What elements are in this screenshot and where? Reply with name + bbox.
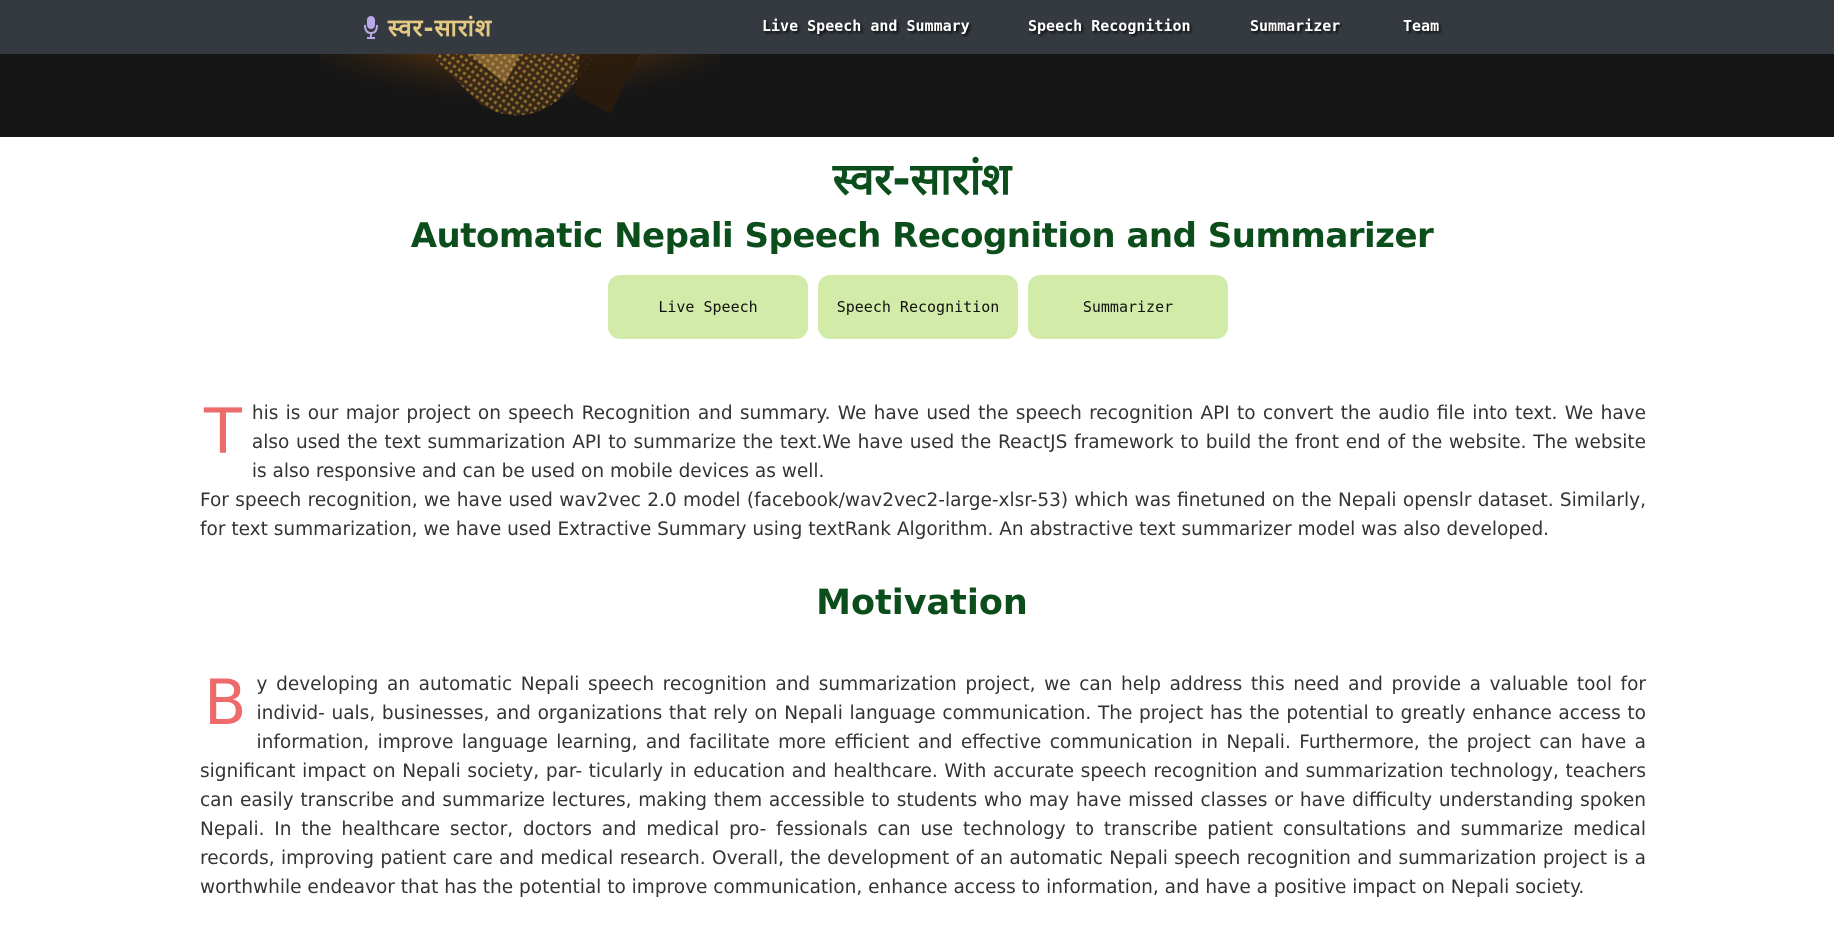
about-paragraph: T his is our major project on speech Rec… bbox=[200, 399, 1646, 544]
nav-link-live-speech-and-summary[interactable]: Live Speech and Summary bbox=[762, 17, 970, 35]
live-speech-button[interactable]: Live Speech bbox=[608, 275, 808, 339]
nav-link-team[interactable]: Team bbox=[1403, 17, 1439, 35]
about-text: his is our major project on speech Recog… bbox=[251, 403, 1646, 482]
motivation-paragraph: B y developing an automatic Nepali speec… bbox=[200, 670, 1646, 902]
summarizer-button[interactable]: Summarizer bbox=[1028, 275, 1228, 339]
hero-banner-image bbox=[0, 54, 1834, 137]
nav-link-summarizer[interactable]: Summarizer bbox=[1250, 17, 1340, 35]
navbar: स्वर-सारांश Live Speech and Summary Spee… bbox=[0, 0, 1834, 54]
about-text-2: For speech recognition, we have used wav… bbox=[200, 490, 1646, 540]
dropcap-letter: B bbox=[204, 666, 247, 739]
motivation-heading: Motivation bbox=[816, 583, 1028, 623]
speech-recognition-button[interactable]: Speech Recognition bbox=[818, 275, 1018, 339]
page-title: स्वर-सारांश bbox=[832, 154, 1012, 205]
nav-link-speech-recognition[interactable]: Speech Recognition bbox=[1028, 17, 1191, 35]
motivation-text: y developing an automatic Nepali speech … bbox=[200, 674, 1646, 898]
dropcap-letter: T bbox=[204, 395, 242, 468]
page-subtitle: Automatic Nepali Speech Recognition and … bbox=[410, 216, 1434, 256]
hero-microphone-photo bbox=[0, 54, 1834, 137]
nav-links: Live Speech and Summary Speech Recogniti… bbox=[0, 0, 1834, 54]
